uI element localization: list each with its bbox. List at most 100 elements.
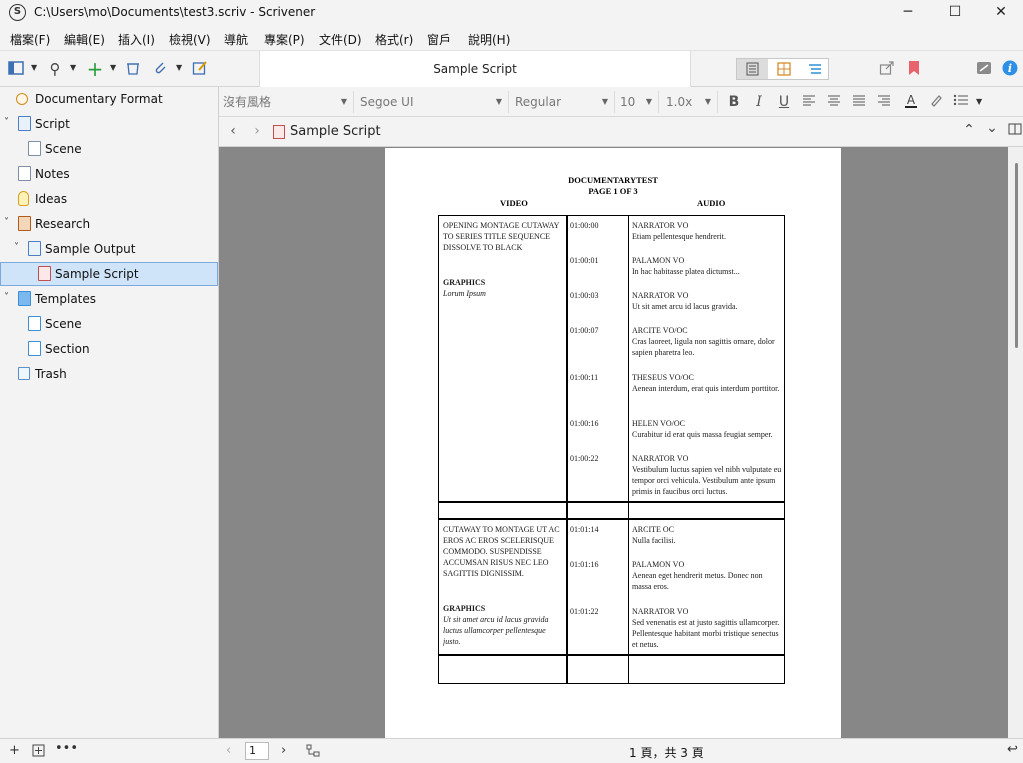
audio-speaker[interactable]: ARCITE OC [632,524,782,535]
timecode[interactable]: 01:01:16 [570,559,598,570]
maximize-button[interactable]: ☐ [932,0,978,26]
timecode[interactable]: 01:00:03 [570,290,598,301]
chevron-down-icon[interactable]: ˅ [4,117,9,128]
chevron-down-icon[interactable]: ▼ [176,63,182,72]
menu-format[interactable]: 格式(r) [375,31,413,48]
list-icon[interactable] [952,93,970,111]
share-icon[interactable] [878,60,896,78]
binder-item-research[interactable]: ˅ Research [0,212,218,236]
audio-speaker[interactable]: PALAMON VO [632,255,782,266]
audio-speaker[interactable]: NARRATOR VO [632,290,782,301]
binder-item-template-section[interactable]: Section [0,337,218,361]
audio-line[interactable]: Cras laoreet, ligula non sagittis ornare… [632,336,782,358]
video-cell[interactable]: OPENING MONTAGE CUTAWAY TO SERIES TITLE … [443,220,563,253]
timecode[interactable]: 01:01:22 [570,606,598,617]
minimize-button[interactable]: ─ [885,0,931,26]
trash-icon[interactable] [124,60,142,78]
menu-help[interactable]: 說明(H) [468,31,510,48]
align-left-icon[interactable] [800,93,818,111]
video-cell[interactable]: CUTAWAY TO MONTAGE UT AC EROS AC EROS SC… [443,524,563,579]
timecode[interactable]: 01:00:07 [570,325,598,336]
binder-item-templates[interactable]: ˅ Templates [0,287,218,311]
menu-window[interactable]: 窗戶 [427,31,451,48]
binder-item-sample-output[interactable]: ˅ Sample Output [0,237,218,261]
binder-item-notes[interactable]: Notes [0,162,218,186]
close-button[interactable]: ✕ [978,0,1023,26]
audio-speaker[interactable]: NARRATOR VO [632,220,782,231]
return-arrow-icon[interactable]: ↩ [1007,742,1018,757]
audio-line[interactable]: In hac habitasse platea dictumst... [632,266,782,277]
align-right-icon[interactable] [875,93,893,111]
font-family-select[interactable]: Segoe UI ▼ [356,91,509,113]
next-page-icon[interactable]: › [281,743,286,758]
previous-page-icon[interactable]: ‹ [226,743,231,758]
align-center-icon[interactable] [825,93,843,111]
binder-toggle-icon[interactable] [7,60,25,78]
highlight-icon[interactable] [927,93,945,111]
menu-insert[interactable]: 插入(I) [118,31,155,48]
bookmark-icon[interactable] [905,60,923,78]
audio-line[interactable]: Ut sit amet arcu id lacus gravida. [632,301,782,312]
timecode[interactable]: 01:00:16 [570,418,598,429]
binder-item-scene[interactable]: Scene [0,137,218,161]
chevron-down-icon[interactable]: ˅ [4,292,9,303]
line-spacing-select[interactable]: 1.0x ▼ [662,91,718,113]
chevron-down-icon[interactable]: ▼ [110,63,116,72]
audio-speaker[interactable]: PALAMON VO [632,559,782,570]
binder-item-trash[interactable]: Trash [0,362,218,386]
audio-speaker[interactable]: ARCITE VO/OC [632,325,782,336]
editor-header-title[interactable]: Sample Script [290,124,381,139]
align-justify-icon[interactable] [850,93,868,111]
page-number-input[interactable]: 1 [245,742,269,760]
new-folder-icon[interactable] [32,744,45,761]
back-arrow-icon[interactable]: ‹ [224,122,242,140]
text-color-icon[interactable]: A [902,93,920,111]
chevron-down-icon[interactable]: ▼ [976,97,982,106]
edit-note-icon[interactable] [191,60,209,78]
timecode[interactable]: 01:00:11 [570,372,598,383]
audio-line[interactable]: Nulla facilisi. [632,535,782,546]
audio-line[interactable]: Curabitur id erat quis massa feugiat sem… [632,429,782,440]
graphics-text[interactable]: Ut sit amet arcu id lacus gravida luctus… [443,614,563,647]
style-select[interactable]: 沒有風格 ▼ [219,91,354,113]
menu-file[interactable]: 檔案(F) [10,31,50,48]
audio-speaker[interactable]: HELEN VO/OC [632,418,782,429]
menu-navigate[interactable]: 導航 [224,31,248,48]
search-icon[interactable]: ⚲ [46,60,64,78]
inspector-layout-icon[interactable] [975,60,993,78]
audio-speaker[interactable]: THESEUS VO/OC [632,372,782,383]
binder-item-sample-script[interactable]: Sample Script [0,262,218,286]
binder-item-ideas[interactable]: Ideas [0,187,218,211]
audio-line[interactable]: Aenean eget hendrerit metus. Donec non m… [632,570,782,592]
scrivenings-view-icon[interactable] [737,59,768,79]
binder-item-documentary-format[interactable]: Documentary Format [0,87,218,111]
chevron-down-icon[interactable]: ▼ [70,63,76,72]
timecode[interactable]: 01:00:01 [570,255,598,266]
chevron-up-icon[interactable]: ⌃ [960,121,978,139]
add-icon[interactable]: + [9,743,20,758]
outliner-view-icon[interactable] [799,59,830,79]
chevron-down-icon[interactable]: ▼ [31,63,37,72]
italic-icon[interactable]: I [750,93,768,111]
info-icon[interactable]: i [1001,60,1019,78]
audio-line[interactable]: Aenean interdum, erat quis interdum port… [632,383,782,394]
more-options-icon[interactable]: ••• [55,741,78,756]
audio-line[interactable]: Sed venenatis est at justo sagittis ulla… [632,617,782,650]
outline-structure-icon[interactable] [306,744,320,762]
graphics-text[interactable]: Lorum Ipsum [443,288,563,299]
split-view-icon[interactable] [1006,122,1023,140]
corkboard-view-icon[interactable] [768,59,799,79]
timecode[interactable]: 01:00:00 [570,220,598,231]
menu-view[interactable]: 檢視(V) [169,31,211,48]
binder-item-script[interactable]: ˅ Script [0,112,218,136]
scrollbar-thumb[interactable] [1015,163,1018,348]
chevron-down-icon[interactable]: ⌄ [983,119,1001,137]
bold-icon[interactable]: B [725,93,743,111]
forward-arrow-icon[interactable]: › [248,122,266,140]
menu-document[interactable]: 文件(D) [319,31,362,48]
audio-speaker[interactable]: NARRATOR VO [632,453,782,464]
chevron-down-icon[interactable]: ˅ [4,217,9,228]
audio-line[interactable]: Vestibulum luctus sapien vel nibh vulput… [632,464,782,497]
chevron-down-icon[interactable]: ˅ [14,242,19,253]
timecode[interactable]: 01:00:22 [570,453,598,464]
